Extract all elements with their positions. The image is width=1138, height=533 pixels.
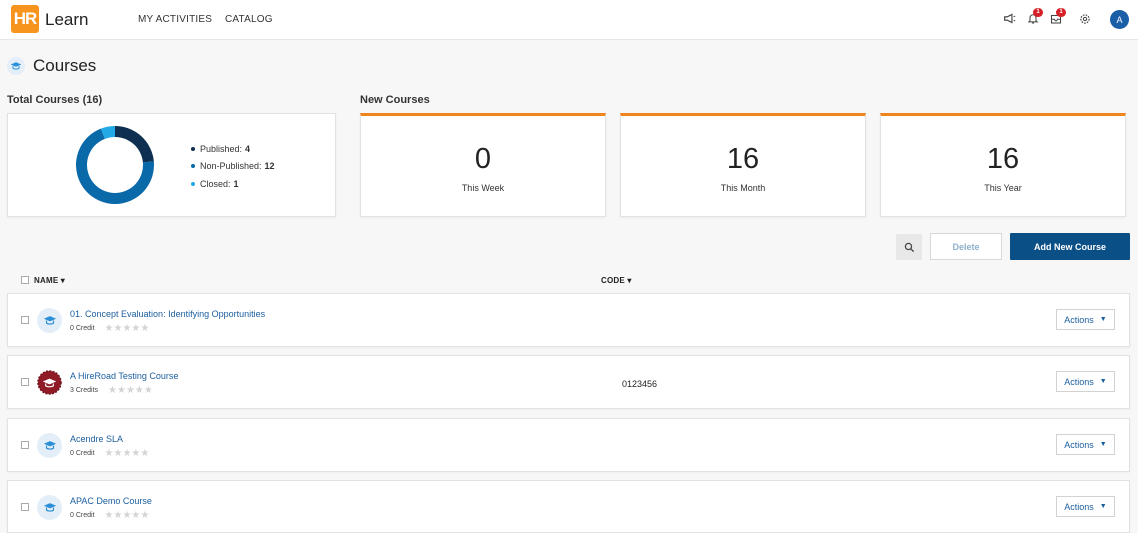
course-title-link[interactable]: Acendre SLA	[70, 434, 123, 444]
chevron-down-icon: ▼	[1099, 316, 1107, 323]
app-name[interactable]: Learn	[45, 10, 88, 30]
course-credits: 0 Credit	[70, 325, 95, 332]
legend-label: Closed:	[200, 179, 231, 189]
page-header: Courses	[7, 56, 96, 76]
chevron-down-icon: ▼	[1099, 378, 1107, 385]
legend-label: Non-Published:	[200, 161, 262, 171]
legend-value: 12	[264, 161, 275, 171]
course-credits: 3 Credits	[70, 387, 99, 394]
page-title: Courses	[33, 56, 97, 75]
search-icon	[904, 242, 914, 252]
course-code: 0123456	[622, 379, 658, 389]
stat-value: 16	[986, 143, 1020, 175]
legend-dot	[191, 164, 195, 168]
actions-label: Actions	[1064, 501, 1094, 512]
course-cap-icon	[37, 308, 62, 333]
search-button[interactable]	[896, 234, 922, 260]
course-meta: 3 Credits ★★★★★	[70, 385, 153, 396]
actions-label: Actions	[1064, 439, 1094, 450]
actions-label: Actions	[1064, 314, 1094, 325]
select-all-checkbox[interactable]	[21, 276, 29, 284]
course-title-link[interactable]: 01. Concept Evaluation: Identifying Oppo…	[70, 309, 265, 319]
table-row: Acendre SLA 0 Credit ★★★★★ Actions ▼	[7, 418, 1130, 472]
delete-button[interactable]: Delete	[930, 233, 1002, 260]
legend-published: Published: 4	[191, 144, 250, 154]
stat-card-this-week: 0 This Week	[360, 113, 606, 217]
table-row: 01. Concept Evaluation: Identifying Oppo…	[7, 293, 1130, 347]
course-seal-icon	[37, 370, 62, 395]
column-header-code[interactable]: CODE ▾	[601, 276, 632, 285]
courses-donut-chart	[76, 126, 154, 204]
notification-badge: 1	[1033, 8, 1043, 17]
actions-dropdown[interactable]: Actions ▼	[1056, 496, 1115, 517]
chevron-down-icon: ▼	[1099, 441, 1107, 448]
stat-card-this-year: 16 This Year	[880, 113, 1126, 217]
course-cap-icon	[37, 495, 62, 520]
column-header-name[interactable]: NAME ▾	[34, 276, 65, 285]
bell-icon[interactable]: 1	[1027, 8, 1043, 26]
chevron-down-icon: ▼	[1099, 503, 1107, 510]
row-checkbox[interactable]	[21, 441, 29, 449]
legend-label: Published:	[200, 144, 243, 154]
rating-stars: ★★★★★	[104, 510, 150, 521]
legend-value: 1	[233, 179, 239, 189]
gear-icon[interactable]	[1079, 12, 1093, 26]
row-checkbox[interactable]	[21, 316, 29, 324]
legend-dot	[191, 182, 195, 186]
row-checkbox[interactable]	[21, 378, 29, 386]
actions-dropdown[interactable]: Actions ▼	[1056, 371, 1115, 392]
course-credits: 0 Credit	[70, 450, 95, 457]
legend-dot	[191, 147, 195, 151]
stat-label: This Month	[720, 183, 766, 193]
stat-label: This Year	[984, 183, 1022, 193]
stat-card-this-month: 16 This Month	[620, 113, 866, 217]
course-title-link[interactable]: APAC Demo Course	[70, 496, 152, 506]
donut-segment-published	[115, 126, 154, 163]
inbox-icon[interactable]: 1	[1050, 8, 1066, 26]
total-courses-card: Published: 4 Non-Published: 12 Closed: 1	[7, 113, 336, 217]
course-credits: 0 Credit	[70, 512, 95, 519]
table-row: APAC Demo Course 0 Credit ★★★★★ Actions ▼	[7, 480, 1130, 533]
avatar[interactable]: A	[1110, 10, 1129, 29]
course-meta: 0 Credit ★★★★★	[70, 448, 149, 459]
hr-logo[interactable]: HR	[11, 5, 39, 33]
course-title-link[interactable]: A HireRoad Testing Course	[70, 371, 178, 381]
messages-badge: 1	[1056, 8, 1066, 17]
add-new-course-button[interactable]: Add New Course	[1010, 233, 1130, 260]
course-cap-icon	[37, 433, 62, 458]
actions-label: Actions	[1064, 376, 1094, 387]
table-row: A HireRoad Testing Course 3 Credits ★★★★…	[7, 355, 1130, 409]
megaphone-icon[interactable]	[1003, 12, 1017, 26]
rating-stars: ★★★★★	[104, 323, 150, 334]
stat-value: 0	[474, 143, 492, 175]
actions-dropdown[interactable]: Actions ▼	[1056, 309, 1115, 330]
rating-stars: ★★★★★	[108, 385, 153, 396]
actions-dropdown[interactable]: Actions ▼	[1056, 434, 1115, 455]
top-bar: HR Learn MY ACTIVITIES CATALOG 1 1 A	[0, 0, 1138, 40]
legend-closed: Closed: 1	[191, 179, 239, 189]
new-courses-label: New Courses	[360, 94, 430, 106]
nav-my-activities[interactable]: MY ACTIVITIES	[138, 14, 212, 25]
graduation-cap-icon	[7, 57, 25, 75]
legend-non-published: Non-Published: 12	[191, 161, 275, 171]
legend-value: 4	[245, 144, 251, 154]
row-checkbox[interactable]	[21, 503, 29, 511]
total-courses-label: Total Courses (16)	[7, 94, 103, 106]
course-meta: 0 Credit ★★★★★	[70, 510, 149, 521]
stat-value: 16	[726, 143, 760, 175]
course-meta: 0 Credit ★★★★★	[70, 323, 149, 334]
rating-stars: ★★★★★	[104, 448, 150, 459]
stat-label: This Week	[461, 183, 505, 193]
nav-catalog[interactable]: CATALOG	[225, 14, 273, 25]
